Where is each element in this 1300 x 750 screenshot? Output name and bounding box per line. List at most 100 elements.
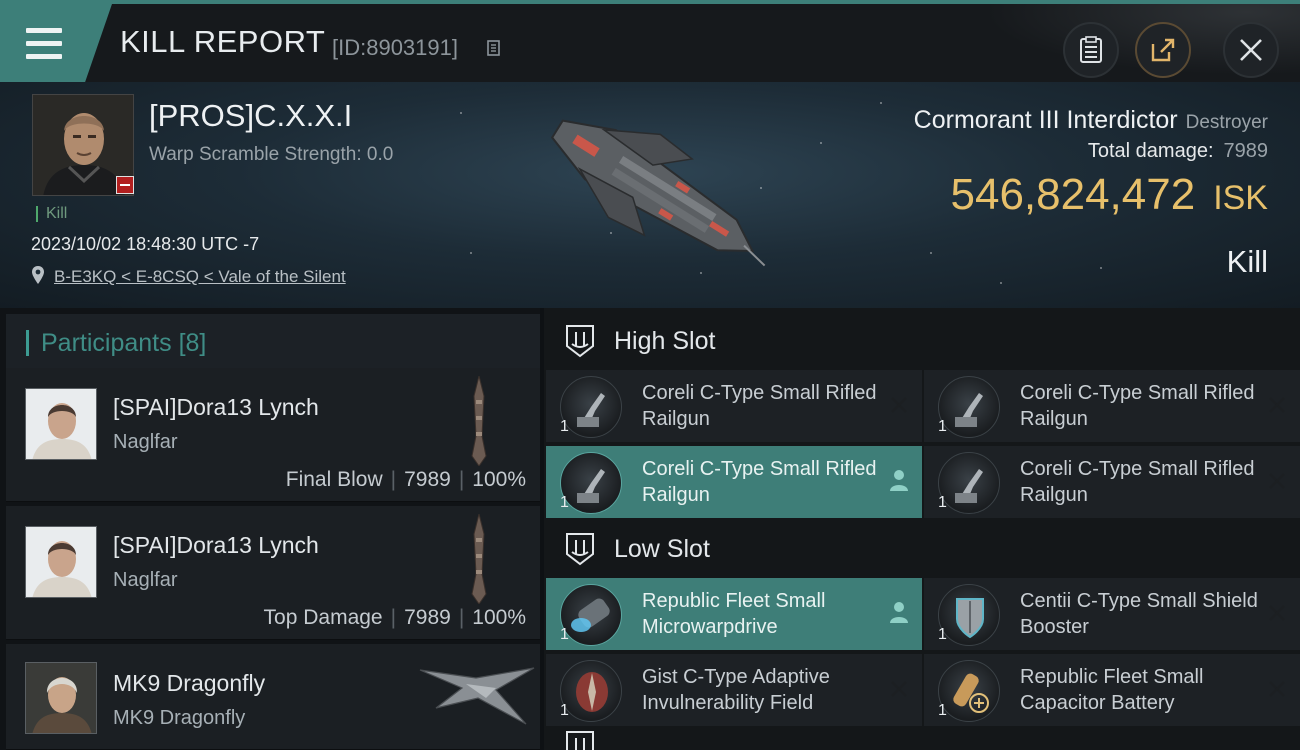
module-name: Gist C-Type Adaptive Invulnerability Fie… — [642, 666, 830, 714]
menu-icon — [26, 24, 62, 63]
share-button[interactable] — [1135, 22, 1191, 78]
pilot-icon[interactable] — [888, 468, 910, 492]
module-quantity: 1 — [560, 626, 569, 643]
module-slot-highlighted[interactable]: 1 Republic Fleet Small Microwarpdrive — [546, 578, 922, 650]
remove-icon[interactable] — [1266, 394, 1288, 416]
warp-scramble-strength: Warp Scramble Strength: 0.0 — [149, 144, 394, 165]
module-name: Coreli C-Type Small Rifled Railgun — [642, 382, 877, 430]
isk-unit: ISK — [1213, 179, 1268, 217]
participant-ship: MK9 Dragonfly — [113, 707, 246, 729]
module-slot-highlighted[interactable]: 1 Coreli C-Type Small Rifled Railgun — [546, 446, 922, 518]
participant-damage: 7989 — [404, 468, 451, 491]
railgun-icon — [938, 376, 1000, 438]
participants-panel: Participants [8] [SPAI]Dora13 Lynch Nagl… — [0, 308, 540, 750]
remove-icon[interactable] — [1266, 602, 1288, 624]
share-icon — [1151, 38, 1175, 62]
module-name: Coreli C-Type Small Rifled Railgun — [1020, 458, 1255, 506]
high-slot-header: High Slot — [544, 312, 1300, 370]
close-button[interactable] — [1223, 22, 1279, 78]
module-quantity: 1 — [938, 702, 947, 719]
module-slot[interactable]: 1 Gist C-Type Adaptive Invulnerability F… — [546, 654, 922, 726]
mid-slot-header — [544, 730, 1300, 750]
participant-avatar — [25, 526, 97, 598]
participants-header: Participants [8] — [6, 314, 540, 372]
participant-ship-render — [471, 514, 487, 604]
remove-icon[interactable] — [888, 394, 910, 416]
remove-icon[interactable] — [1266, 470, 1288, 492]
kill-tag: Kill — [36, 206, 67, 222]
remove-icon[interactable] — [888, 678, 910, 700]
report-id: [ID:8903191] — [332, 35, 458, 60]
participant-role: Final Blow — [285, 468, 383, 491]
low-slot-header: Low Slot — [544, 520, 1300, 578]
module-quantity: 1 — [938, 418, 947, 435]
participant-percent: 100% — [472, 468, 526, 491]
pilot-icon[interactable] — [888, 600, 910, 624]
high-slot-label: High Slot — [614, 326, 716, 355]
slot-icon — [566, 731, 594, 750]
total-damage: Total damage: 7989 — [1088, 140, 1268, 163]
hostile-badge — [116, 176, 134, 194]
microwarpdrive-icon — [560, 584, 622, 646]
module-quantity: 1 — [938, 626, 947, 643]
clipboard-button[interactable] — [1063, 22, 1119, 78]
participant-stats: Top Damage | 7989 | 100% — [263, 606, 526, 629]
kill-datetime: 2023/10/02 18:48:30 UTC -7 — [31, 234, 260, 254]
total-damage-value: 7989 — [1223, 140, 1269, 162]
module-name: Republic Fleet Small Capacitor Battery — [1020, 666, 1204, 714]
module-name: Centii C-Type Small Shield Booster — [1020, 590, 1258, 638]
kill-result-label: Kill — [1226, 244, 1268, 279]
module-slot[interactable]: 1 Centii C-Type Small Shield Booster — [924, 578, 1300, 650]
menu-button[interactable] — [0, 4, 112, 82]
participants-count: [8] — [178, 328, 207, 357]
module-slot[interactable]: 1 Republic Fleet Small Capacitor Battery — [924, 654, 1300, 726]
copy-icon[interactable] — [487, 40, 502, 58]
ship-class: Destroyer — [1185, 112, 1268, 133]
capacitor-battery-icon — [938, 660, 1000, 722]
top-bar: KILL REPORT [ID:8903191] — [0, 0, 1300, 82]
participant-name: [SPAI]Dora13 Lynch — [113, 532, 319, 558]
location-pin-icon — [32, 266, 44, 284]
railgun-icon — [560, 376, 622, 438]
participant-role: Top Damage — [263, 606, 383, 629]
participant-damage: 7989 — [404, 606, 451, 629]
close-icon — [1240, 39, 1262, 61]
participant-stats: Final Blow | 7989 | 100% — [285, 468, 526, 491]
module-quantity: 1 — [560, 418, 569, 435]
ship-type: Cormorant III Interdictor — [913, 106, 1178, 134]
participant-ship-render — [419, 667, 535, 725]
participant-card[interactable]: MK9 Dragonfly MK9 Dragonfly — [6, 644, 540, 750]
participant-ship-render — [471, 376, 487, 466]
low-slot-label: Low Slot — [614, 534, 710, 563]
invulnerability-field-icon — [560, 660, 622, 722]
page-title: KILL REPORT — [120, 24, 326, 59]
participant-ship: Naglfar — [113, 569, 178, 591]
module-slot[interactable]: 1 Coreli C-Type Small Rifled Railgun — [924, 446, 1300, 518]
kill-location-link[interactable]: B-E3KQ < E-8CSQ < Vale of the Silent — [54, 267, 346, 287]
participant-name: MK9 Dragonfly — [113, 670, 266, 696]
clipboard-icon — [1080, 36, 1102, 63]
module-slot[interactable]: 1 Coreli C-Type Small Rifled Railgun — [546, 370, 922, 442]
participant-card[interactable]: [SPAI]Dora13 Lynch Naglfar Top Damage | 79… — [6, 506, 540, 640]
railgun-icon — [938, 452, 1000, 514]
participant-percent: 100% — [472, 606, 526, 629]
module-quantity: 1 — [560, 494, 569, 511]
railgun-icon — [560, 452, 622, 514]
participants-label: Participants — [41, 328, 172, 357]
module-slot[interactable]: 1 Coreli C-Type Small Rifled Railgun — [924, 370, 1300, 442]
ship-name[interactable]: Cormorant III Interdictor Destroyer — [914, 106, 1268, 135]
slot-icon — [566, 325, 594, 358]
kill-summary-banner: [PROS]C.X.X.I Warp Scramble Strength: 0.… — [0, 82, 1300, 308]
participant-card[interactable]: [SPAI]Dora13 Lynch Naglfar Final Blow | 79… — [6, 368, 540, 502]
participant-name: [SPAI]Dora13 Lynch — [113, 394, 319, 420]
module-quantity: 1 — [560, 702, 569, 719]
victim-name[interactable]: [PROS]C.X.X.I — [149, 98, 352, 134]
slot-icon — [566, 533, 594, 566]
module-name: Republic Fleet Small Microwarpdrive — [642, 590, 826, 638]
victim-ship-render[interactable] — [520, 100, 790, 280]
fitting-panel: High Slot 1 Coreli C-Type Small Rifled R… — [544, 308, 1300, 750]
participant-avatar — [25, 388, 97, 460]
module-name: Coreli C-Type Small Rifled Railgun — [1020, 382, 1255, 430]
module-quantity: 1 — [938, 494, 947, 511]
remove-icon[interactable] — [1266, 678, 1288, 700]
